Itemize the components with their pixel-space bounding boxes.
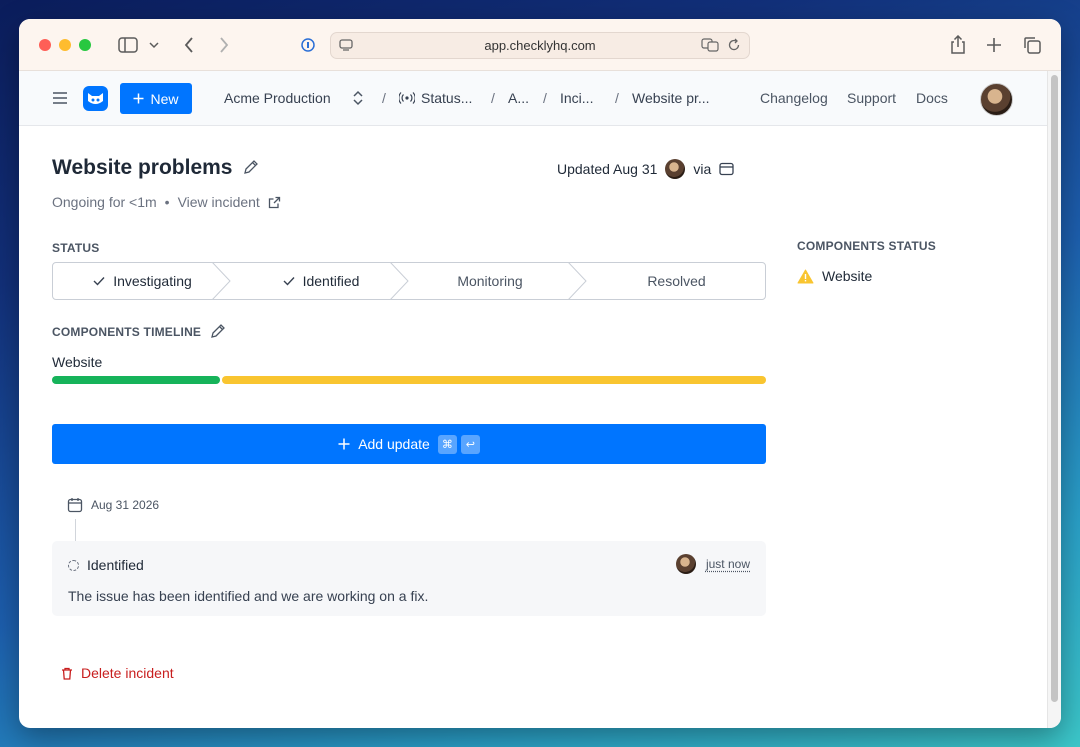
url-text: app.checklyhq.com xyxy=(484,38,596,53)
sidebar-toggle-icon[interactable] xyxy=(115,33,141,57)
status-stepper: Investigating Identified Monitoring Reso… xyxy=(52,262,766,300)
update-message: The issue has been identified and we are… xyxy=(68,588,429,604)
edit-title-icon[interactable] xyxy=(243,159,259,175)
reload-icon[interactable] xyxy=(727,38,741,55)
translate-icon[interactable] xyxy=(701,38,719,55)
step-label: Identified xyxy=(302,273,360,289)
breadcrumb-status-page[interactable]: Status... xyxy=(421,90,472,106)
return-key-icon: ↩ xyxy=(460,434,480,454)
step-divider xyxy=(390,262,409,300)
support-link[interactable]: Support xyxy=(847,90,896,106)
breadcrumb-item[interactable]: A... xyxy=(508,90,529,106)
forward-icon[interactable] xyxy=(214,33,234,57)
close-window-button[interactable] xyxy=(39,39,51,51)
calendar-icon xyxy=(67,498,83,513)
plus-icon xyxy=(133,93,144,104)
address-bar[interactable]: app.checklyhq.com xyxy=(330,32,750,59)
update-author-avatar xyxy=(675,554,696,574)
breadcrumb-separator: / xyxy=(491,90,495,106)
user-avatar[interactable] xyxy=(980,83,1013,116)
broadcast-icon xyxy=(398,91,416,110)
breadcrumb-incidents[interactable]: Inci... xyxy=(560,90,593,106)
tab-overview-icon[interactable] xyxy=(1021,33,1043,57)
zoom-window-button[interactable] xyxy=(79,39,91,51)
warning-icon xyxy=(797,269,814,283)
check-icon xyxy=(283,277,295,286)
step-label: Investigating xyxy=(113,273,192,289)
delete-incident-label: Delete incident xyxy=(81,665,174,681)
bullet-separator: • xyxy=(164,194,170,210)
step-divider xyxy=(212,262,231,300)
plus-icon xyxy=(338,438,350,450)
checkly-logo-icon[interactable] xyxy=(83,86,108,111)
timeline-connector xyxy=(75,519,76,541)
menu-icon[interactable] xyxy=(52,90,68,106)
update-time[interactable]: just now xyxy=(706,557,750,571)
new-button[interactable]: New xyxy=(120,83,192,114)
updated-info: Updated Aug 31 via xyxy=(557,159,734,179)
via-label: via xyxy=(693,161,712,177)
breadcrumb-separator: / xyxy=(382,90,386,106)
browser-toolbar: app.checklyhq.com xyxy=(19,19,1061,71)
timeline-component-name: Website xyxy=(52,354,103,370)
edit-timeline-icon[interactable] xyxy=(210,323,226,339)
minimize-window-button[interactable] xyxy=(59,39,71,51)
breadcrumb-separator: / xyxy=(615,90,619,106)
update-date: Aug 31 2026 xyxy=(91,498,160,512)
author-avatar xyxy=(665,159,686,179)
incident-title: Website problems xyxy=(52,156,233,179)
external-link-icon[interactable] xyxy=(268,196,281,209)
step-monitoring[interactable]: Monitoring xyxy=(410,263,570,299)
status-label: STATUS xyxy=(52,241,100,255)
add-update-button[interactable]: Add update ⌘ ↩ xyxy=(52,424,766,464)
step-label: Resolved xyxy=(647,273,706,289)
browser-window: app.checklyhq.com New Acme Production / … xyxy=(19,19,1061,728)
breadcrumb-separator: / xyxy=(543,90,547,106)
update-card[interactable]: Identified just now The issue has been i… xyxy=(52,541,766,616)
step-divider xyxy=(568,262,587,300)
update-status-label: Identified xyxy=(87,557,144,573)
view-incident-link[interactable]: View incident xyxy=(178,194,260,210)
check-icon xyxy=(93,277,105,286)
timeline-degraded-bar[interactable] xyxy=(222,376,766,384)
scrollbar[interactable] xyxy=(1047,71,1061,728)
component-status-name: Website xyxy=(822,268,873,284)
changelog-link[interactable]: Changelog xyxy=(760,90,828,106)
password-manager-icon[interactable] xyxy=(299,33,317,57)
trash-icon xyxy=(62,667,72,680)
back-icon[interactable] xyxy=(179,33,199,57)
timeline-operational-bar[interactable] xyxy=(52,376,220,384)
update-date-row: Aug 31 2026 xyxy=(67,497,159,513)
component-status-item: Website xyxy=(797,268,872,284)
page-settings-icon[interactable] xyxy=(339,38,353,55)
ongoing-duration: Ongoing for <1m xyxy=(52,194,157,210)
delete-incident-button[interactable]: Delete incident xyxy=(61,665,174,681)
step-identified[interactable]: Identified xyxy=(232,263,410,299)
update-meta: just now xyxy=(675,554,750,574)
incident-subline: Ongoing for <1m • View incident xyxy=(52,194,281,210)
components-timeline-label: COMPONENTS TIMELINE xyxy=(52,325,202,339)
account-switcher[interactable]: Acme Production xyxy=(224,90,331,106)
add-update-label: Add update xyxy=(358,436,430,452)
new-tab-icon[interactable] xyxy=(984,33,1004,57)
scrollbar-thumb[interactable] xyxy=(1051,75,1058,702)
update-status: Identified xyxy=(68,557,144,573)
components-status-label: COMPONENTS STATUS xyxy=(797,239,936,253)
identified-status-icon xyxy=(68,559,79,571)
chevron-down-icon[interactable] xyxy=(147,33,161,57)
step-resolved[interactable]: Resolved xyxy=(588,263,765,299)
step-investigating[interactable]: Investigating xyxy=(53,263,232,299)
updated-label: Updated Aug 31 xyxy=(557,161,658,177)
new-button-label: New xyxy=(150,90,179,107)
browser-window-icon xyxy=(719,162,734,176)
command-key-icon: ⌘ xyxy=(437,434,457,454)
app-header: New Acme Production / Status... / A... /… xyxy=(19,71,1047,126)
share-icon[interactable] xyxy=(947,33,969,57)
breadcrumb-current[interactable]: Website pr... xyxy=(632,90,710,106)
docs-link[interactable]: Docs xyxy=(916,90,948,106)
chevron-updown-icon[interactable] xyxy=(352,90,364,111)
step-label: Monitoring xyxy=(457,273,523,289)
